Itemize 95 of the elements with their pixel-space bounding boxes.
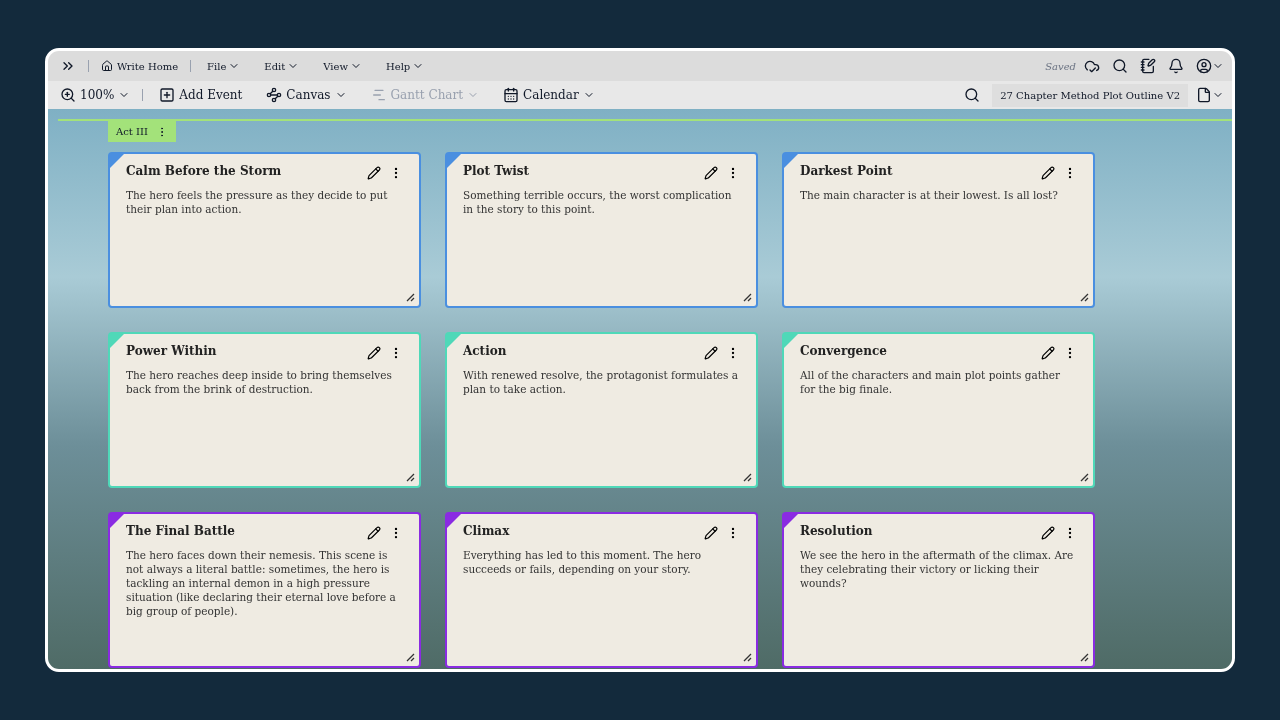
card-text: All of the characters and main plot points gather for the big finale. bbox=[800, 368, 1061, 396]
edit-button[interactable] bbox=[367, 166, 381, 180]
card-text: With renewed resolve, the protagonist formulates a plan to take action. bbox=[463, 368, 740, 396]
card-text: The hero faces down their nemesis. This scene is not always a literal battle: sometimes, the hero is tackling an internal demon in a high pressure situation (like declaring their eternal love before a big group of people). bbox=[126, 548, 397, 618]
card-text: The hero feels the pressure as they decide to put their plan into action. bbox=[126, 188, 389, 216]
home-link[interactable]: Write Home bbox=[97, 58, 183, 74]
document-icon bbox=[1196, 87, 1212, 103]
toolbar-button[interactable]: Add Event bbox=[151, 86, 251, 104]
resize-handle-icon[interactable] bbox=[742, 292, 752, 302]
resize-handle-icon[interactable] bbox=[1079, 472, 1089, 482]
edit-button[interactable] bbox=[1041, 346, 1055, 360]
notes-button[interactable] bbox=[1140, 58, 1156, 74]
pencil-icon bbox=[1041, 526, 1055, 540]
pencil-icon bbox=[1041, 166, 1055, 180]
card-title: Action bbox=[463, 343, 508, 360]
resize-handle-icon[interactable] bbox=[405, 472, 415, 482]
pencil-icon bbox=[704, 526, 718, 540]
resize-handle-icon[interactable] bbox=[742, 472, 752, 482]
card-text: Something terrible occurs, the worst complication in the story to this point. bbox=[463, 188, 733, 216]
event-card[interactable]: Resolution We see the hero in the aftermath of the climax. Are they celebrating their victory or licking their wounds? bbox=[782, 512, 1095, 668]
resize-handle-icon[interactable] bbox=[1079, 292, 1089, 302]
event-card[interactable]: Climax Everything has led to this moment. The hero succeeds or fails, depending on your story. bbox=[445, 512, 758, 668]
card-title: Resolution bbox=[800, 523, 874, 540]
resize-handle-icon[interactable] bbox=[1079, 652, 1089, 662]
resize-handle-icon[interactable] bbox=[742, 652, 752, 662]
card-title: Power Within bbox=[126, 343, 218, 360]
edit-button[interactable] bbox=[367, 526, 381, 540]
bell-icon bbox=[1168, 58, 1184, 74]
card-title: The Final Battle bbox=[126, 523, 236, 540]
chart-icon bbox=[370, 87, 387, 103]
card-title: Calm Before the Storm bbox=[126, 163, 283, 180]
search-button[interactable] bbox=[1112, 58, 1128, 74]
note-icon bbox=[1140, 58, 1156, 74]
route-icon bbox=[266, 87, 283, 103]
resize-handle-icon[interactable] bbox=[405, 652, 415, 662]
card-title: Convergence bbox=[800, 343, 888, 360]
document-title[interactable]: 27 Chapter Method Plot Outline V2 bbox=[992, 83, 1188, 107]
event-card[interactable]: Calm Before the Storm The hero feels the pressure as they decide to put their plan into action. bbox=[108, 152, 421, 308]
act-label: Act III bbox=[116, 125, 148, 139]
search-icon bbox=[964, 87, 981, 103]
menu-item[interactable]: Help bbox=[378, 58, 433, 74]
pencil-icon bbox=[367, 346, 381, 360]
card-text: The hero reaches deep inside to bring themselves back from the brink of destruction. bbox=[126, 368, 393, 396]
zoom-icon bbox=[60, 87, 76, 103]
act-tag[interactable]: Act III bbox=[108, 121, 176, 142]
event-card[interactable] bbox=[108, 512, 421, 668]
card-text: The main character is at their lowest. Is all lost? bbox=[800, 188, 1059, 202]
edit-button[interactable] bbox=[1041, 166, 1055, 180]
event-card[interactable]: Power Within The hero reaches deep inside to bring themselves back from the brink of destruction. bbox=[108, 332, 421, 488]
plus-square-icon bbox=[159, 87, 176, 103]
user-icon bbox=[1196, 58, 1212, 74]
corner-tab bbox=[110, 334, 124, 348]
pencil-icon bbox=[367, 526, 381, 540]
resize-handle-icon[interactable] bbox=[405, 292, 415, 302]
edit-button[interactable] bbox=[704, 526, 718, 540]
toolbar-button[interactable]: Canvas bbox=[258, 86, 355, 104]
toolbar-button[interactable]: Calendar bbox=[495, 86, 603, 104]
card-title: Climax bbox=[463, 523, 511, 540]
menu-item[interactable]: Edit bbox=[256, 58, 308, 74]
cloud-check-icon bbox=[1084, 58, 1100, 74]
corner-tab bbox=[784, 334, 798, 348]
corner-tab bbox=[447, 154, 461, 168]
edit-button[interactable] bbox=[704, 346, 718, 360]
notifications-button[interactable] bbox=[1168, 58, 1184, 74]
edit-button[interactable] bbox=[704, 166, 718, 180]
corner-tab bbox=[784, 514, 798, 528]
card-text: Everything has led to this moment. The hero succeeds or fails, depending on your story. bbox=[463, 548, 702, 576]
event-card[interactable]: Plot Twist Something terrible occurs, the worst complication in the story to this point. bbox=[445, 152, 758, 308]
corner-tab bbox=[784, 154, 798, 168]
menu-item[interactable]: File bbox=[199, 58, 249, 74]
pencil-icon bbox=[704, 346, 718, 360]
event-card[interactable]: Darkest Point The main character is at their lowest. Is all lost? bbox=[782, 152, 1095, 308]
calendar-icon bbox=[503, 87, 520, 103]
zoom-button[interactable]: 100% bbox=[56, 86, 135, 104]
save-status: Saved bbox=[1045, 59, 1076, 74]
card-text: We see the hero in the aftermath of the climax. Are they celebrating their victory or licking their wounds? bbox=[800, 548, 1075, 590]
edit-button[interactable] bbox=[1041, 526, 1055, 540]
card-title: Darkest Point bbox=[800, 163, 894, 180]
pencil-icon bbox=[367, 166, 381, 180]
event-card[interactable]: Convergence All of the characters and main plot points gather for the big finale. bbox=[782, 332, 1095, 488]
pencil-icon bbox=[704, 166, 718, 180]
edit-button[interactable] bbox=[367, 346, 381, 360]
search-button[interactable] bbox=[964, 87, 981, 103]
menu-item[interactable]: View bbox=[315, 58, 370, 74]
corner-tab bbox=[447, 514, 461, 528]
corner-tab bbox=[110, 514, 124, 528]
account-button[interactable] bbox=[1196, 58, 1224, 74]
home-icon bbox=[101, 60, 113, 72]
pencil-icon bbox=[1041, 346, 1055, 360]
search-icon bbox=[1112, 58, 1128, 74]
document-menu-button[interactable] bbox=[1196, 87, 1224, 103]
corner-tab bbox=[447, 334, 461, 348]
event-card[interactable]: Action With renewed resolve, the protagonist formulates a plan to take action. bbox=[445, 332, 758, 488]
corner-tab bbox=[110, 154, 124, 168]
card-title: Plot Twist bbox=[463, 163, 531, 180]
